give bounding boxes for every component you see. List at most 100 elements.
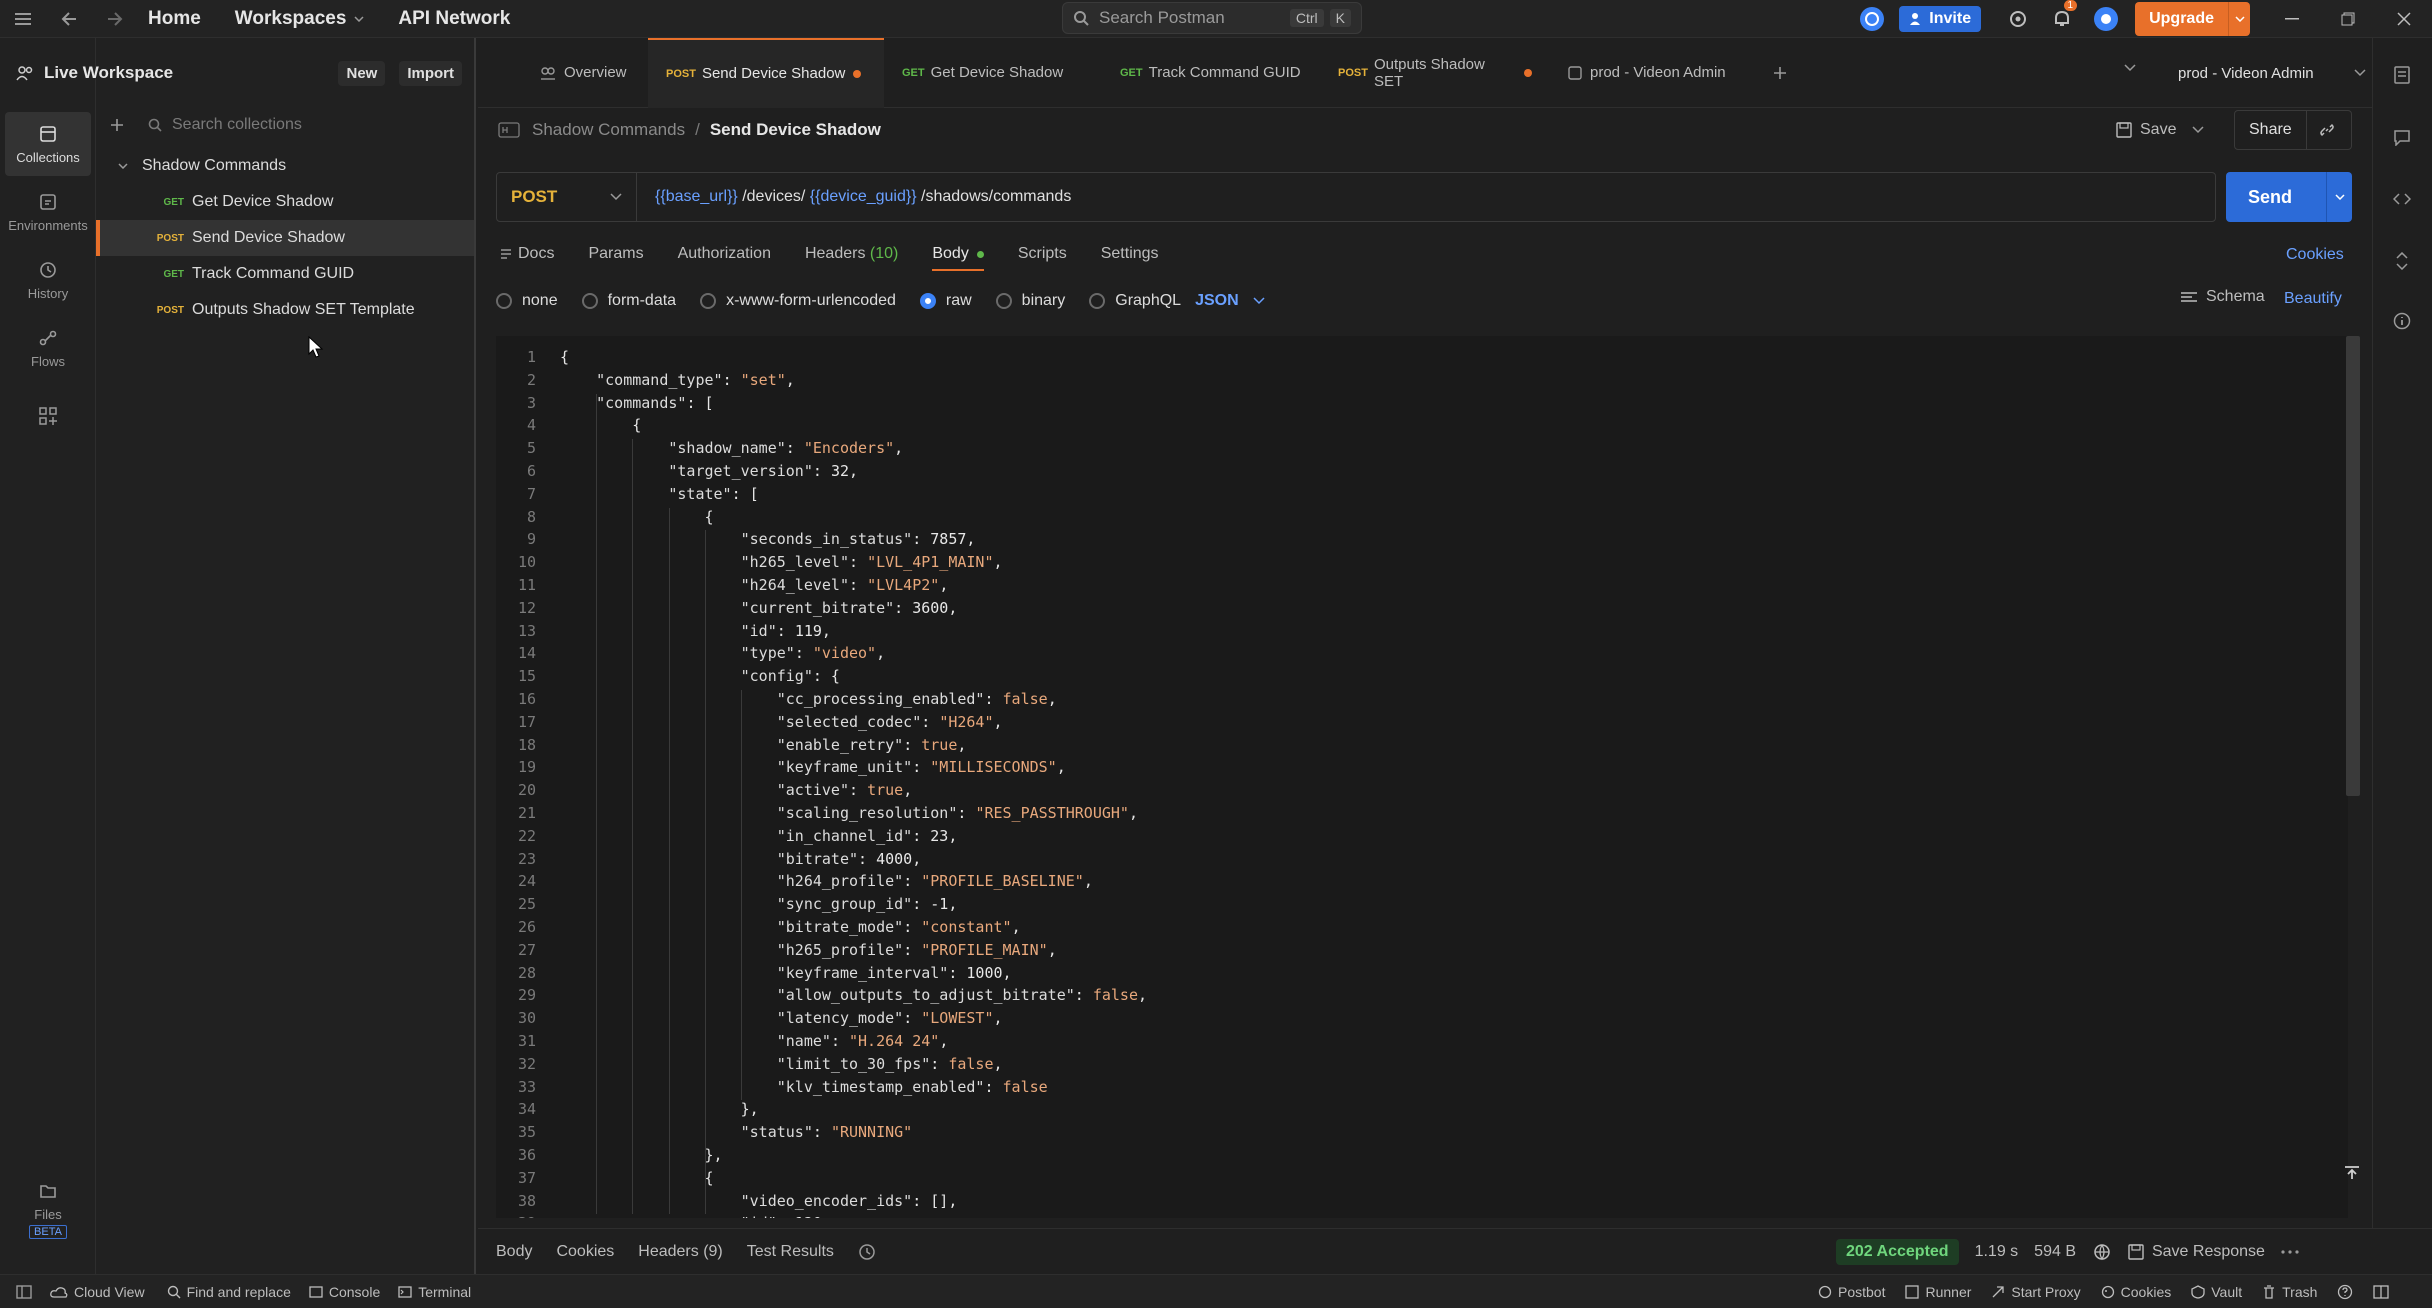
response-size[interactable]: 594 B (2034, 1243, 2076, 1261)
forward-icon[interactable] (92, 0, 138, 38)
tab-send-device-shadow[interactable]: POST Send Device Shadow (648, 37, 884, 108)
rail-configure[interactable] (5, 384, 91, 448)
find-replace-button[interactable]: Find and replace (167, 1284, 291, 1300)
radio-urlencoded[interactable] (700, 293, 717, 309)
body-type-graphql[interactable]: GraphQL (1089, 292, 1181, 310)
body-type-none[interactable]: none (496, 292, 558, 310)
network-globe-icon[interactable] (2092, 1243, 2112, 1261)
cookies-link[interactable]: Cookies (2286, 246, 2344, 264)
home-link[interactable]: Home (148, 8, 201, 30)
upgrade-dropdown-icon[interactable] (2228, 2, 2250, 36)
rail-history[interactable]: History (5, 248, 91, 312)
close-window-icon[interactable] (2376, 0, 2432, 38)
radio-form-data[interactable] (581, 293, 598, 309)
response-tab-cookies[interactable]: Cookies (556, 1243, 614, 1261)
http-method-select[interactable]: POST (497, 173, 637, 221)
tab-get-device-shadow[interactable]: GET Get Device Shadow (884, 38, 1102, 108)
menu-icon[interactable] (0, 0, 46, 38)
beautify-button[interactable]: Beautify (2284, 290, 2342, 308)
save-button[interactable]: Save (2116, 112, 2204, 148)
settings-gear-icon[interactable] (2003, 4, 2033, 34)
body-type-binary[interactable]: binary (995, 292, 1065, 310)
tab-environment-overview[interactable]: prod - Videon Admin (1550, 38, 1760, 108)
response-history-icon[interactable] (858, 1243, 876, 1261)
layout-toggle-icon[interactable] (2373, 1284, 2390, 1299)
invite-button[interactable]: Invite (1899, 6, 1982, 32)
scroll-to-top-icon[interactable] (2344, 1166, 2360, 1180)
request-item[interactable]: POST Send Device Shadow (96, 220, 474, 256)
toggle-sidebar-icon[interactable] (16, 1284, 32, 1299)
comments-icon[interactable] (2393, 128, 2411, 146)
link-icon[interactable] (2307, 122, 2347, 138)
request-item[interactable]: GET Track Command GUID (96, 256, 474, 292)
help-icon[interactable] (2337, 1284, 2353, 1300)
rail-flows[interactable]: Flows (5, 316, 91, 380)
radio-binary[interactable] (995, 293, 1012, 309)
tab-scripts[interactable]: Scripts (1018, 245, 1067, 263)
import-button[interactable]: Import (399, 60, 462, 86)
more-options-icon[interactable] (2281, 1249, 2299, 1254)
tab-overview[interactable]: Overview (478, 38, 648, 108)
collection-shadow-commands[interactable]: Shadow Commands (96, 148, 474, 184)
send-button[interactable]: Send (2226, 172, 2352, 222)
account-avatar-icon[interactable] (2091, 4, 2121, 34)
tab-docs[interactable]: Docs (500, 245, 554, 263)
tab-authorization[interactable]: Authorization (678, 245, 771, 263)
vault-button[interactable]: Vault (2191, 1284, 2242, 1300)
request-item[interactable]: GET Get Device Shadow (96, 184, 474, 220)
start-proxy-button[interactable]: Start Proxy (1991, 1284, 2081, 1300)
rail-files[interactable]: Files BETA (5, 1164, 91, 1256)
response-time[interactable]: 1.19 s (1975, 1243, 2019, 1261)
schema-button[interactable]: Schema (2180, 288, 2265, 306)
documentation-icon[interactable] (2393, 66, 2411, 84)
response-tab-test-results[interactable]: Test Results (747, 1243, 834, 1261)
add-collection-icon[interactable] (110, 118, 124, 132)
tab-track-command-guid[interactable]: GET Track Command GUID (1102, 38, 1320, 108)
rail-collections[interactable]: Collections (5, 112, 91, 176)
cloud-view-button[interactable]: Cloud View (50, 1284, 145, 1300)
send-dropdown-icon[interactable] (2326, 172, 2352, 222)
cookies-button[interactable]: Cookies (2101, 1284, 2171, 1300)
save-response-button[interactable]: Save Response (2128, 1243, 2265, 1261)
tab-params[interactable]: Params (588, 245, 643, 263)
trash-button[interactable]: Trash (2262, 1284, 2317, 1300)
search-postman-input[interactable]: Search Postman Ctrl K (1062, 2, 1362, 34)
response-tab-body[interactable]: Body (496, 1243, 532, 1261)
response-status-badge[interactable]: 202 Accepted (1836, 1238, 1959, 1265)
notification-bell-icon[interactable]: 1 (2047, 0, 2078, 34)
rail-environments[interactable]: Environments (5, 180, 91, 244)
body-type-raw[interactable]: raw (919, 292, 972, 310)
workspace-name[interactable]: Live Workspace (44, 63, 173, 83)
api-network-link[interactable]: API Network (398, 8, 510, 30)
body-code-editor[interactable]: 1 {2 "command_type": "set", 3 "commands": … (496, 336, 2348, 1218)
info-icon[interactable] (2393, 312, 2411, 330)
new-tab-plus-icon[interactable] (1760, 38, 1800, 108)
raw-format-select[interactable]: JSON (1195, 292, 1265, 310)
share-button[interactable]: Share (2234, 110, 2352, 150)
tab-settings[interactable]: Settings (1101, 245, 1159, 263)
terminal-button[interactable]: Terminal (398, 1284, 471, 1300)
console-button[interactable]: Console (309, 1284, 380, 1300)
body-type-urlencoded[interactable]: x-www-form-urlencoded (700, 292, 896, 310)
upgrade-button[interactable]: Upgrade (2135, 2, 2228, 36)
sync-icon[interactable] (1857, 4, 1887, 34)
chevron-down-icon[interactable] (110, 163, 136, 169)
radio-raw[interactable] (919, 293, 936, 309)
radio-none[interactable] (496, 293, 512, 309)
restore-icon[interactable] (2320, 0, 2376, 38)
url-input[interactable]: {{base_url}} /devices/ {{device_guid}} /… (637, 188, 1071, 206)
runner-button[interactable]: Runner (1905, 1284, 1971, 1300)
code-icon[interactable] (2393, 190, 2411, 208)
environment-selector[interactable]: prod - Videon Admin (2168, 56, 2374, 90)
chevron-down-icon[interactable] (2192, 126, 2204, 134)
tab-list-chevron-icon[interactable] (2124, 64, 2136, 72)
tab-outputs-shadow-set[interactable]: POST Outputs Shadow SET (1320, 38, 1550, 108)
tab-body[interactable]: Body (932, 245, 984, 271)
breadcrumb-parent[interactable]: Shadow Commands (532, 120, 685, 140)
breadcrumb-current[interactable]: Send Device Shadow (710, 120, 881, 140)
response-tab-headers[interactable]: Headers (9) (638, 1243, 722, 1261)
editor-scrollbar[interactable] (2346, 336, 2360, 796)
body-type-form-data[interactable]: form-data (581, 292, 676, 310)
workspaces-menu[interactable]: Workspaces (235, 8, 365, 30)
collections-search[interactable]: Search collections (110, 110, 462, 140)
